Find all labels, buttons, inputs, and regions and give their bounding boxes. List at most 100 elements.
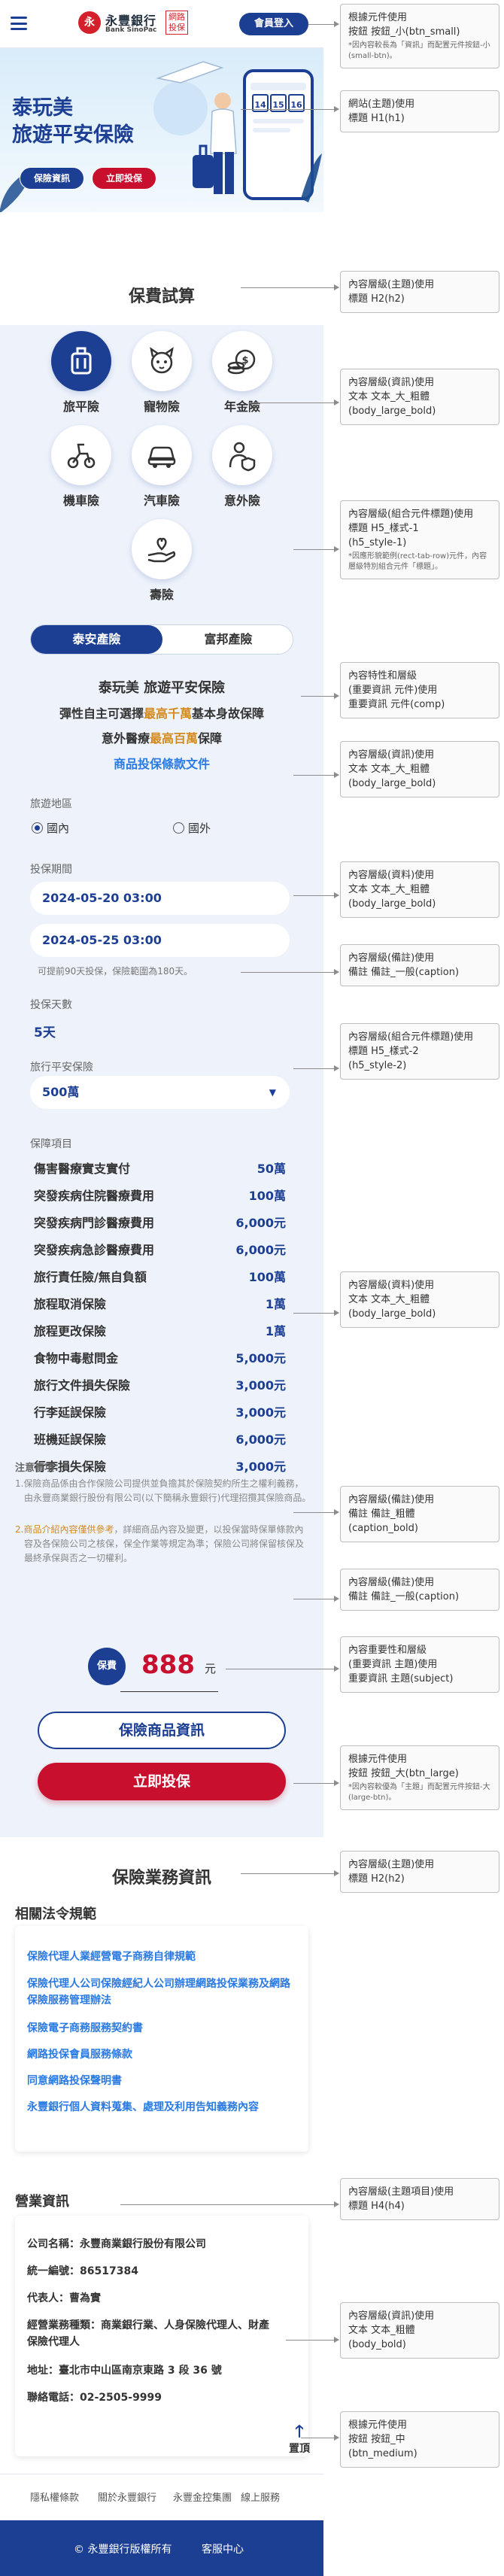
annotation-text: 內容層級(資料)使用 文本 文本_大_粗體 (body_large_bold) [348, 1280, 436, 1320]
buy-now-button[interactable]: 立即投保 [38, 1763, 286, 1800]
annotation-text: 內容層級(資訊)使用 文本 文本_大_粗體 (body_large_bold) [348, 749, 436, 789]
copyright: © 永豐銀行版權所有 [74, 2544, 172, 2556]
product-pet[interactable] [132, 331, 192, 391]
start-date-input[interactable]: 2024-05-20 03:00 [30, 882, 290, 915]
hero-info-button[interactable]: 保險資訊 [20, 167, 84, 190]
days-value: 5天 [34, 1025, 56, 1040]
customer-service-link[interactable]: 客服中心 [202, 2541, 244, 2556]
car-icon [147, 446, 176, 468]
member-login-button[interactable]: 會員登入 [239, 13, 308, 35]
law-link[interactable]: 保險代理人公司保險經紀人公司辦理網路投保業務及網路保險服務管理辦法 [27, 1976, 298, 2009]
law-link[interactable]: 永豐銀行個人資料蒐集、處理及利用告知義務內容 [27, 2099, 298, 2116]
coverage-name: 食物中毒慰問金 [34, 1351, 119, 1365]
footer-link[interactable]: 線上服務 [241, 2489, 280, 2504]
annotation-text: 根據元件使用 按鈕 按鈕_中 (btn_medium) [348, 2420, 417, 2459]
org-line: 地址：臺北市中山區南京東路 3 段 36 號 [27, 2365, 222, 2377]
premium-value: 888 [141, 1650, 195, 1680]
annotation-text: 內容層級(備註)使用 備註 備註_粗體 (caption_bold) [348, 1494, 435, 1534]
law-link[interactable]: 保險代理人業經營電子商務自律規範 [27, 1949, 298, 1965]
product-accident[interactable] [212, 425, 272, 485]
law-link[interactable]: 網路投保會員服務條款 [27, 2046, 298, 2063]
bank-logo-english: Bank SinoPac [105, 26, 157, 34]
product-intro-link[interactable]: 2.商品介紹內容僅供參考 [15, 1524, 114, 1535]
annotation-box: 內容層級(資訊)使用 文本 文本_粗體 (body_bold) [340, 2302, 499, 2359]
period-label: 投保期間 [30, 864, 72, 876]
site-header: 永 永豐銀行 Bank SinoPac 網路投保 會員登入 [0, 0, 323, 48]
insurer-tab-taian[interactable]: 泰安產險 [31, 625, 162, 654]
annotation-connector [293, 546, 339, 552]
org-line: 代表人：曹為實 [27, 2292, 101, 2304]
annotation-text: 網站(主題)使用 標題 H1(h1) [348, 99, 415, 124]
annotation-connector [120, 2201, 339, 2207]
product-annuity[interactable]: $ [212, 331, 272, 391]
coverage-value: 1萬 [265, 1324, 286, 1338]
page: 永 永豐銀行 Bank SinoPac 網路投保 會員登入 14 15 16 泰… [0, 0, 504, 2576]
annotation-box: 內容層級(資訊)使用 文本 文本_大_粗體 (body_large_bold) [340, 369, 499, 425]
coverage-name: 行李延誤保險 [34, 1405, 107, 1420]
footer-link[interactable]: 永豐金控集團 [173, 2489, 232, 2504]
coverage-row: 突發疾病門診醫療費用 6,000元 [34, 1213, 286, 1240]
product-info-button[interactable]: 保險商品資訊 [38, 1712, 286, 1749]
product-scooter[interactable] [51, 425, 111, 485]
annotation-box: 內容重要性和層級 (重要資訊 主題)使用 重要資訊 主題(subject) [340, 1636, 499, 1693]
annotation-box: 內容層級(備註)使用 備註 備註_一般(caption) [340, 1569, 499, 1611]
coverage-value: 100萬 [248, 1270, 286, 1284]
footer-link[interactable]: 關於永豐銀行 [98, 2489, 156, 2504]
product-highlight-2: 意外醫療最高百萬保障 [101, 731, 223, 746]
chevron-down-icon: ▼ [269, 1087, 276, 1098]
annotation-connector [293, 772, 339, 778]
back-to-top-label: 置頂 [289, 2443, 310, 2455]
insurer-tab-fubon[interactable]: 富邦產險 [162, 625, 294, 654]
annotation-connector [301, 693, 339, 699]
coverage-value: 50萬 [257, 1162, 286, 1176]
amount-select[interactable]: 500萬 ▼ [30, 1076, 290, 1109]
coverage-value: 100萬 [248, 1189, 286, 1203]
product-car[interactable] [132, 425, 192, 485]
hero-buy-button[interactable]: 立即投保 [92, 167, 156, 190]
coverage-name: 旅程更改保險 [34, 1324, 107, 1338]
premium-underline [120, 1691, 218, 1692]
annotation-box: 內容層級(資訊)使用 文本 文本_大_粗體 (body_large_bold) [340, 741, 499, 797]
law-link[interactable]: 保險電子商務服務契約書 [27, 2020, 298, 2037]
annotation-text: 內容層級(主題)使用 標題 H2(h2) [348, 1859, 435, 1885]
annotation-box: 內容層級(主題項目)使用 標題 H4(h4) [340, 2178, 499, 2220]
coverage-row: 旅程取消保險 1萬 [34, 1294, 286, 1321]
region-domestic-radio[interactable]: 國內 [32, 820, 69, 836]
hero-title-line2: 旅遊平安保險 [12, 123, 134, 147]
annotation-connector [241, 969, 339, 975]
notes-title: 注意事項： [15, 1463, 65, 1474]
annotation-connector [241, 1870, 339, 1876]
coverage-name: 班機延誤保險 [34, 1432, 107, 1447]
annotation-note: *因內容較優為「主題」而配置元件按鈕-大(large-btn)。 [348, 1783, 490, 1802]
product-travel[interactable] [51, 331, 111, 391]
region-overseas-radio[interactable]: 國外 [173, 820, 211, 836]
back-to-top-button[interactable]: 🡑 置頂 [283, 2424, 316, 2456]
footer-link[interactable]: 隱私權條款 [30, 2489, 79, 2504]
bank-logo-icon[interactable]: 永 [78, 11, 101, 34]
hero-title-line1: 泰玩美 [12, 96, 73, 120]
traveller-icon [214, 93, 231, 109]
online-insurance-tag: 網路投保 [165, 11, 188, 35]
org-line: 統一編號：86517384 [27, 2265, 138, 2277]
coverage-row: 突發疾病急診醫療費用 6,000元 [34, 1240, 286, 1267]
end-date-input[interactable]: 2024-05-25 03:00 [30, 924, 290, 957]
coverage-label: 保障項目 [30, 1138, 72, 1150]
product-label: 年金險 [223, 399, 260, 414]
annotation-text: 內容層級(備註)使用 備註 備註_一般(caption) [348, 952, 460, 978]
footer-links: 隱私權條款 關於永豐銀行 永豐金控集團 線上服務 [0, 2474, 323, 2516]
law-link[interactable]: 同意網路投保聲明書 [27, 2073, 298, 2089]
product-highlight-1: 彈性自主可選擇最高千萬基本身故保障 [59, 706, 265, 721]
mobile-page: 永 永豐銀行 Bank SinoPac 網路投保 會員登入 14 15 16 泰… [0, 0, 323, 2576]
luggage-icon [71, 347, 92, 375]
annotation-connector [293, 1509, 339, 1515]
trial-title: 保費試算 [128, 287, 195, 306]
annotation-connector [293, 892, 339, 898]
hand-heart-icon [147, 537, 176, 563]
annotation-note: *因內容較長為「資訊」而配置元件按鈕-小(small-btn)。 [348, 41, 490, 60]
product-title: 泰玩美 旅遊平安保險 [98, 680, 226, 696]
annotation-box: 內容層級(備註)使用 備註 備註_粗體 (caption_bold) [340, 1486, 499, 1542]
coverage-row: 旅行文件損失保險 3,000元 [34, 1375, 286, 1402]
product-life[interactable] [132, 519, 192, 579]
hamburger-menu-icon[interactable] [11, 17, 27, 30]
terms-document-link[interactable]: 商品投保條款文件 [0, 754, 323, 772]
